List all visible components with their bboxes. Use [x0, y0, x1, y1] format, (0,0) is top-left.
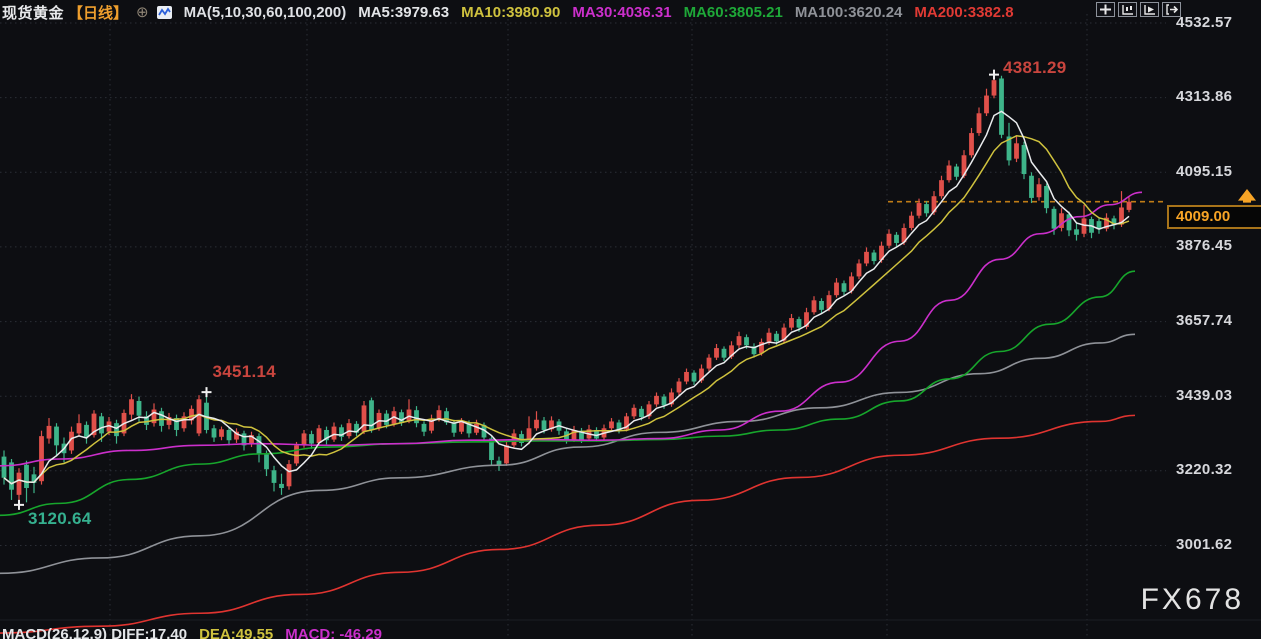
price-axis-tick: 3657.74	[1176, 312, 1233, 330]
price-axis-tick: 3439.03	[1176, 386, 1233, 404]
macd-footer: MACD(26,12,9) DIFF:17.40 DEA:49.55 MACD:…	[2, 626, 382, 639]
chart-header: 现货黄金 【日线】 ⊕ MA(5,10,30,60,100,200) MA5:3…	[2, 2, 1014, 22]
extreme-cross-marker	[14, 499, 24, 510]
ma100-line	[0, 333, 1136, 575]
extreme-cross-marker	[201, 387, 212, 398]
extreme-cross-marker	[989, 69, 999, 80]
gold-daily-chart-app: 现货黄金 【日线】 ⊕ MA(5,10,30,60,100,200) MA5:3…	[0, 0, 1261, 639]
ma10-value-label: MA10:3980.90	[461, 3, 561, 21]
price-axis-tick: 4532.57	[1176, 13, 1233, 31]
period-tag: 【日线】	[68, 4, 129, 22]
last-price-value: 4009.00	[1176, 208, 1231, 226]
price-axis-tick: 3001.62	[1176, 535, 1233, 553]
ma5-value-label: MA5:3979.63	[358, 3, 450, 21]
chart-type-icon[interactable]	[156, 5, 172, 19]
ma30-value-label: MA30:4036.31	[572, 3, 672, 21]
chart-toolbar	[1096, 2, 1181, 17]
watermark: FX678	[1140, 583, 1244, 616]
ma200-value-label: MA200:3382.8	[914, 3, 1014, 21]
ma100-value-label: MA100:3620.24	[794, 3, 903, 21]
price-annotation: 3451.14	[212, 362, 277, 382]
price-up-arrow-icon	[1237, 189, 1257, 203]
price-annotation: 4381.29	[1003, 57, 1067, 77]
price-axis-tick: 4095.15	[1176, 162, 1233, 180]
price-axis-tick: 4313.86	[1176, 88, 1233, 106]
macd-value-label: MACD: -46.29	[285, 626, 382, 639]
kline-chart-icon[interactable]	[1118, 2, 1137, 17]
macd-dea-label: DEA:49.55	[199, 626, 274, 639]
move-crosshair-icon[interactable]	[1096, 2, 1115, 17]
exit-fullscreen-icon[interactable]	[1162, 2, 1181, 17]
ma60-line	[0, 270, 1136, 517]
candlestick-chart-canvas	[0, 14, 1261, 636]
gridlines	[0, 14, 1261, 636]
ma60-value-label: MA60:3805.21	[683, 3, 783, 21]
instrument-title: 现货黄金	[2, 4, 65, 22]
last-price-label: 4009.00	[1167, 204, 1261, 229]
ma-params-label: MA(5,10,30,60,100,200)	[183, 3, 347, 21]
macd-diff-label: MACD(26,12,9) DIFF:17.40	[2, 626, 188, 639]
price-axis-tick: 3876.45	[1176, 237, 1233, 255]
add-indicator-icon[interactable]: ⊕	[136, 3, 149, 21]
price-annotation: 3120.64	[28, 508, 92, 528]
chart-play-icon[interactable]	[1140, 2, 1159, 17]
price-axis-tick: 3220.32	[1176, 461, 1233, 479]
